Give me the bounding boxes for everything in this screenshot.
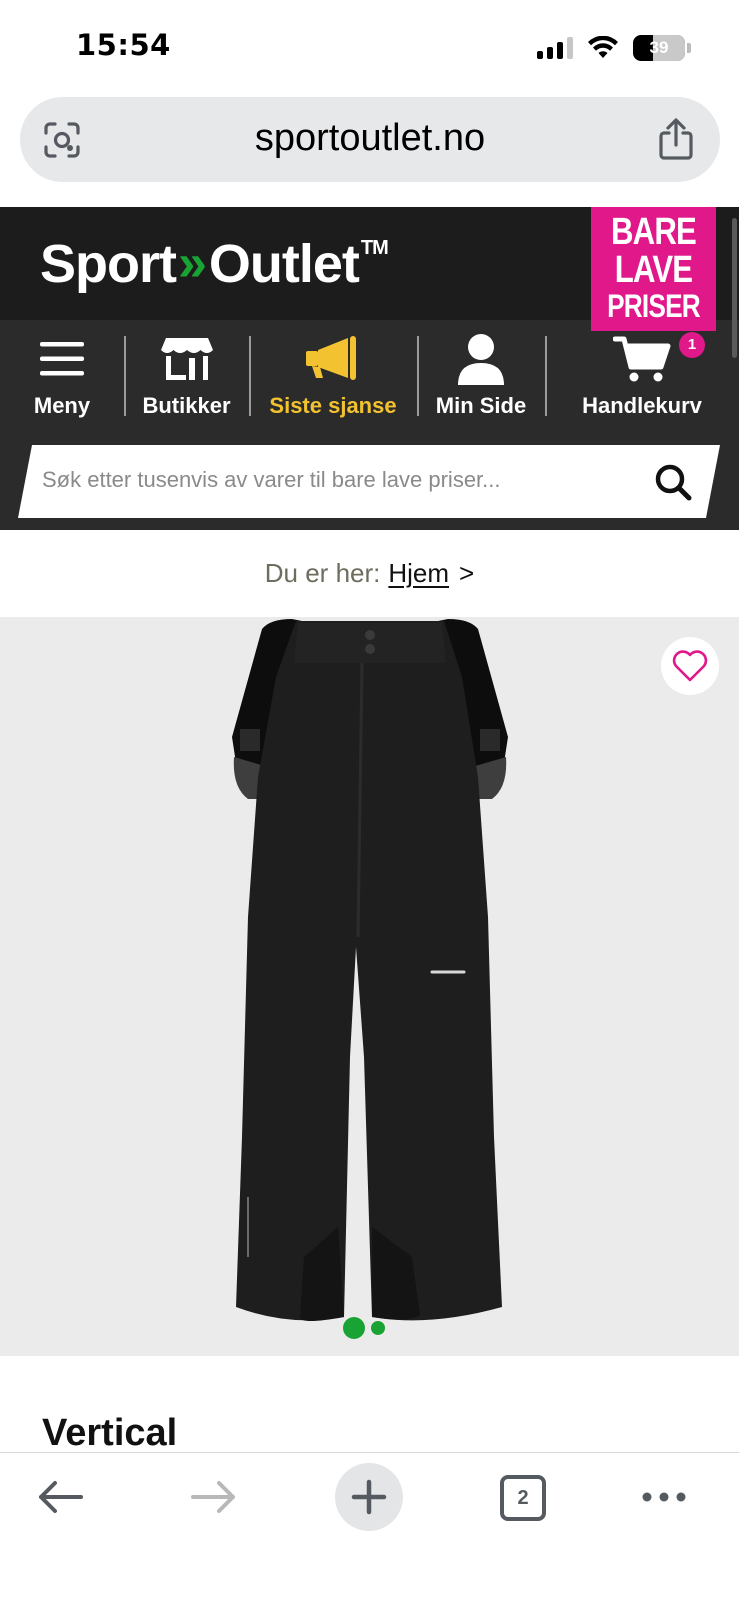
nav-last-chance-label: Siste sjanse — [269, 393, 397, 418]
back-arrow-icon — [39, 1481, 83, 1513]
image-pagination — [343, 1317, 385, 1339]
main-nav: Meny Butikker Siste sjanse Min Side Hand… — [0, 320, 739, 433]
browser-toolbar: 2 — [0, 1452, 739, 1600]
promo-line-3: PRISER — [607, 288, 701, 324]
cart-icon — [613, 336, 671, 382]
pagination-dot-1[interactable] — [343, 1317, 365, 1339]
nav-my-page-label: Min Side — [435, 393, 527, 418]
nav-stores[interactable]: Butikker — [124, 320, 249, 433]
breadcrumb-home-link[interactable]: Hjem — [388, 558, 449, 589]
cart-count-badge: 1 — [679, 332, 705, 358]
status-time: 15:54 — [76, 28, 171, 62]
menu-icon — [40, 342, 84, 376]
promo-line-1: BARE — [610, 211, 697, 253]
store-icon — [160, 338, 213, 380]
nav-last-chance[interactable]: Siste sjanse — [249, 320, 417, 433]
megaphone-icon — [306, 336, 356, 380]
site-logo[interactable]: Sport » Outlet TM — [40, 233, 389, 295]
product-brand[interactable]: Vertical — [42, 1412, 177, 1455]
plus-icon — [351, 1479, 387, 1515]
forward-arrow-icon — [191, 1481, 235, 1513]
breadcrumb-separator: > — [459, 558, 475, 588]
new-tab-button[interactable] — [335, 1463, 403, 1531]
nav-stores-label: Butikker — [142, 393, 231, 418]
forward-button[interactable] — [190, 1473, 238, 1521]
battery-icon: 39 — [633, 35, 685, 61]
nav-menu[interactable]: Meny — [0, 320, 124, 433]
search-placeholder: Søk etter tusenvis av varer til bare lav… — [42, 467, 501, 492]
logo-text-sport: Sport — [40, 234, 177, 294]
wifi-icon — [588, 36, 618, 58]
nav-menu-label: Meny — [33, 393, 91, 418]
more-button[interactable] — [640, 1473, 688, 1521]
address-bar[interactable]: sportoutlet.no — [20, 97, 720, 182]
pagination-dot-2[interactable] — [371, 1321, 385, 1335]
breadcrumb-prefix: Du er her: — [264, 558, 381, 588]
product-image[interactable] — [0, 617, 739, 1356]
scrollbar[interactable] — [732, 218, 737, 358]
favorite-button[interactable] — [661, 637, 719, 695]
battery-level: 39 — [649, 38, 669, 57]
more-icon — [642, 1492, 686, 1502]
heart-icon — [672, 650, 708, 682]
url-text[interactable]: sportoutlet.no — [20, 117, 720, 160]
nav-cart[interactable]: Handlekurv 1 — [545, 320, 739, 433]
user-icon — [458, 334, 504, 385]
nav-my-page[interactable]: Min Side — [417, 320, 545, 433]
cellular-signal-icon — [537, 37, 573, 59]
search-band: Søk etter tusenvis av varer til bare lav… — [0, 433, 739, 530]
status-bar: 15:54 39 — [0, 0, 739, 96]
share-icon[interactable] — [656, 117, 696, 161]
logo-text-outlet: Outlet — [208, 234, 360, 294]
promo-badge[interactable]: BARE LAVE PRISER — [591, 207, 716, 331]
back-button[interactable] — [36, 1473, 84, 1521]
tabs-button[interactable]: 2 — [500, 1475, 546, 1521]
breadcrumb: Du er her: Hjem > — [0, 530, 739, 617]
status-icons: 39 — [537, 34, 691, 62]
logo-chevrons: » — [178, 234, 207, 292]
search-icon[interactable] — [654, 463, 692, 501]
product-image-gallery[interactable] — [0, 617, 739, 1356]
search-input[interactable]: Søk etter tusenvis av varer til bare lav… — [18, 445, 720, 518]
logo-trademark: TM — [360, 237, 389, 259]
promo-line-2: LAVE — [614, 249, 693, 291]
nav-cart-label: Handlekurv — [582, 393, 702, 418]
